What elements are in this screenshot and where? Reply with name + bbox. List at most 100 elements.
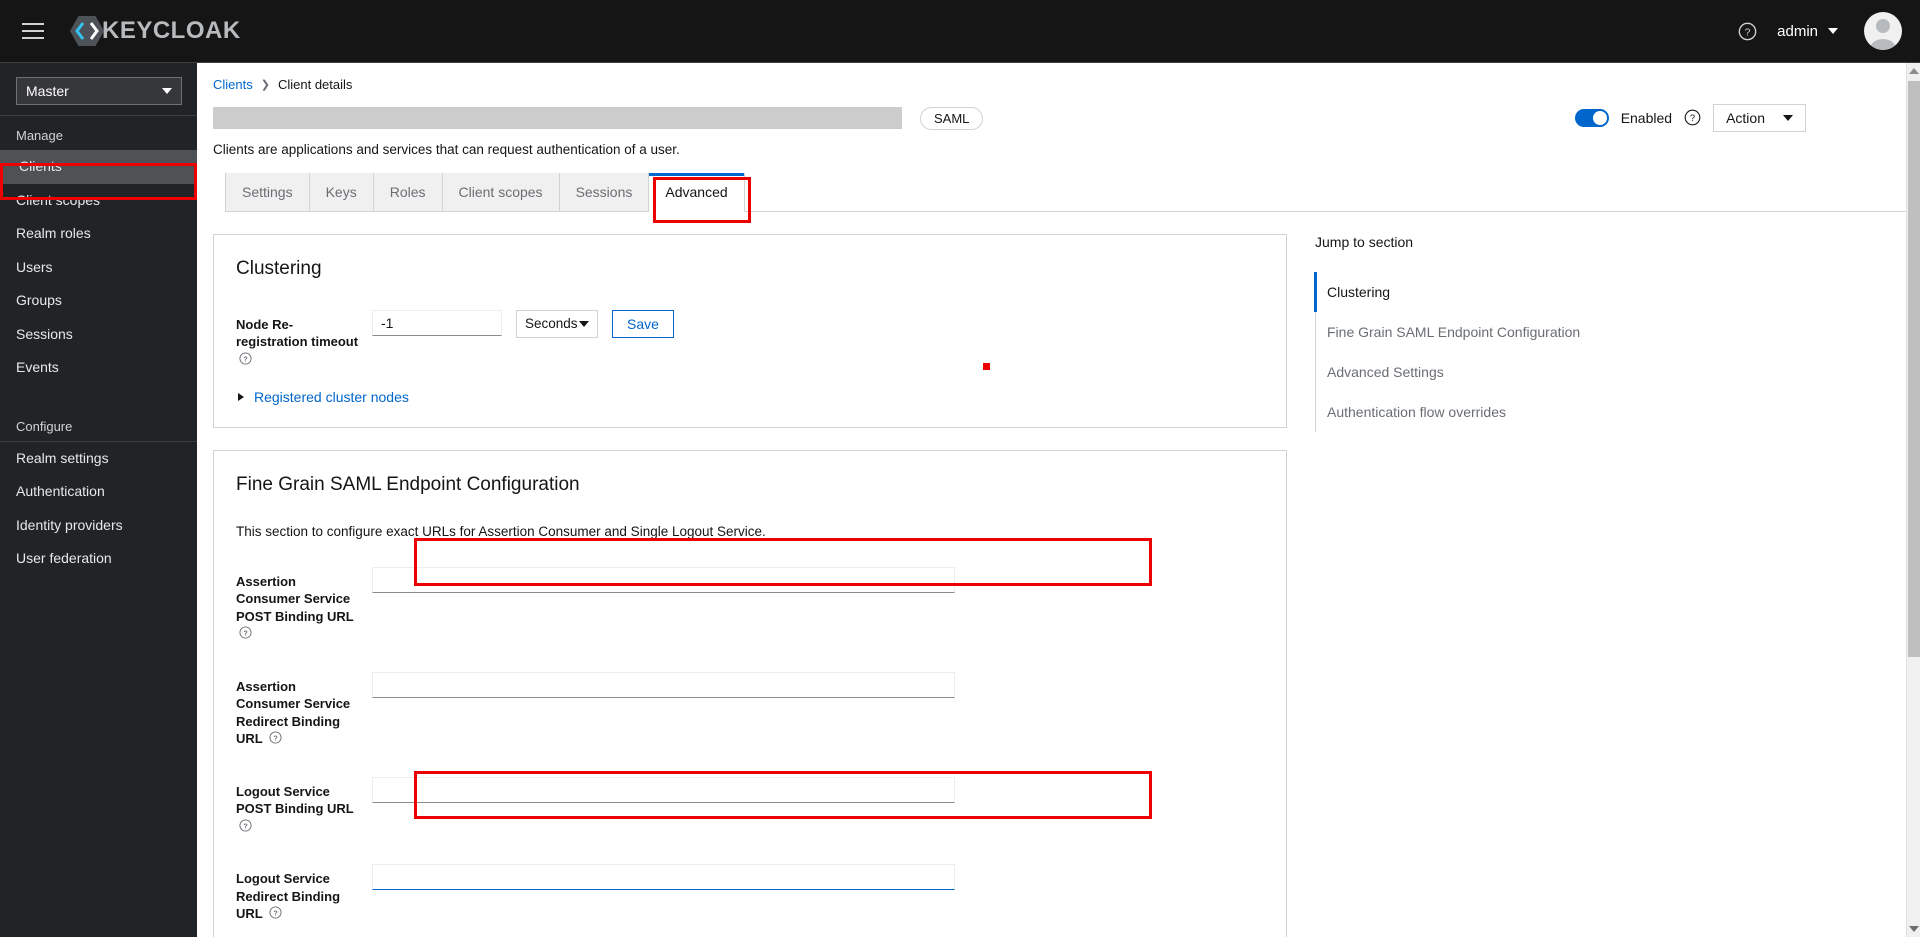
sidebar-item-users[interactable]: Users xyxy=(0,251,197,285)
scroll-up-arrow-icon[interactable] xyxy=(1909,68,1919,74)
sidebar-item-label: Client scopes xyxy=(16,191,101,208)
chevron-down-icon xyxy=(1828,28,1838,34)
main-content: Clients ❯ Client details SAML Enabled ? … xyxy=(197,63,1906,937)
sidebar-item-groups[interactable]: Groups xyxy=(0,284,197,318)
logout-post-binding-label: Logout Service POST Binding URL ? xyxy=(236,777,372,836)
sidebar-item-label: Realm settings xyxy=(16,449,109,466)
field-label-text: Assertion Consumer Service Redirect Bind… xyxy=(236,678,351,747)
acs-post-binding-input[interactable] xyxy=(372,566,955,593)
scroll-down-arrow-icon[interactable] xyxy=(1909,926,1919,932)
sidebar-item-label: Sessions xyxy=(16,325,73,342)
jump-to-section-panel: Jump to section Clustering Fine Grain SA… xyxy=(1287,234,1580,937)
chevron-down-icon xyxy=(579,320,589,327)
jump-item-fine-grain-saml[interactable]: Fine Grain SAML Endpoint Configuration xyxy=(1314,312,1580,352)
tab-sessions[interactable]: Sessions xyxy=(559,173,650,211)
tab-label: Roles xyxy=(389,184,426,200)
logout-redirect-binding-input[interactable] xyxy=(372,864,955,891)
help-icon[interactable]: ? xyxy=(239,352,252,370)
hamburger-icon[interactable] xyxy=(10,11,56,51)
scrollbar-thumb[interactable] xyxy=(1908,81,1920,657)
help-icon[interactable]: ? xyxy=(1729,13,1765,49)
enabled-toggle[interactable] xyxy=(1574,109,1609,127)
help-icon[interactable]: ? xyxy=(1684,109,1701,127)
jump-item-clustering[interactable]: Clustering xyxy=(1314,272,1580,312)
header-actions: Enabled ? Action xyxy=(1574,104,1906,132)
tab-keys[interactable]: Keys xyxy=(309,173,374,211)
sidebar-item-label: Authentication xyxy=(16,483,105,499)
vertical-scrollbar[interactable] xyxy=(1906,63,1920,937)
field-label-text: Assertion Consumer Service POST Binding … xyxy=(236,573,354,624)
svg-text:?: ? xyxy=(1744,27,1750,38)
clustering-card: Clustering Node Re-registration timeout … xyxy=(213,234,1287,429)
tab-label: Client scopes xyxy=(458,184,543,200)
content-area: Clustering Node Re-registration timeout … xyxy=(197,212,1906,937)
sidebar-item-label: Users xyxy=(16,258,53,275)
time-unit-select[interactable]: Seconds xyxy=(516,309,598,338)
help-icon[interactable]: ? xyxy=(269,906,282,924)
sidebar-item-client-scopes[interactable]: Client scopes xyxy=(0,184,197,218)
tab-roles[interactable]: Roles xyxy=(373,173,443,211)
breadcrumb: Clients ❯ Client details xyxy=(197,63,1906,92)
logout-post-binding-row: Logout Service POST Binding URL ? xyxy=(236,776,1264,836)
realm-selector[interactable]: Master xyxy=(16,77,182,105)
brand-text: KEYCLOAK xyxy=(102,17,241,44)
sidebar-item-realm-roles[interactable]: Realm roles xyxy=(0,217,197,251)
annotation-dot xyxy=(983,363,990,370)
jump-item-authentication-flow-overrides[interactable]: Authentication flow overrides xyxy=(1314,392,1580,432)
saml-section-description: This section to configure exact URLs for… xyxy=(236,523,766,539)
action-dropdown[interactable]: Action xyxy=(1713,104,1806,132)
acs-redirect-binding-label: Assertion Consumer Service Redirect Bind… xyxy=(236,672,372,749)
protocol-badge: SAML xyxy=(920,106,984,130)
help-icon[interactable]: ? xyxy=(239,626,252,644)
jump-item-advanced-settings[interactable]: Advanced Settings xyxy=(1314,352,1580,392)
tab-settings[interactable]: Settings xyxy=(225,173,310,211)
sidebar-item-identity-providers[interactable]: Identity providers xyxy=(0,509,197,543)
save-button[interactable]: Save xyxy=(612,309,674,338)
help-icon[interactable]: ? xyxy=(239,819,252,837)
tab-advanced[interactable]: Advanced xyxy=(649,173,745,212)
sidebar-item-events[interactable]: Events xyxy=(0,351,197,385)
field-label-text: Node Re-registration timeout xyxy=(236,316,359,350)
registered-cluster-nodes-toggle[interactable]: Registered cluster nodes xyxy=(236,389,1264,405)
logout-redirect-binding-row: Logout Service Redirect Binding URL ? xyxy=(236,864,1264,923)
svg-text:?: ? xyxy=(1690,113,1695,123)
svg-text:?: ? xyxy=(243,630,247,638)
sidebar-item-realm-settings[interactable]: Realm settings xyxy=(0,442,197,476)
avatar[interactable] xyxy=(1864,12,1902,50)
clustering-title: Clustering xyxy=(236,258,322,279)
sidebar-item-label: User federation xyxy=(16,550,112,566)
help-icon[interactable]: ? xyxy=(269,731,282,749)
logout-post-binding-input[interactable] xyxy=(372,776,955,803)
brand-logo[interactable]: KEYCLOAK xyxy=(70,16,241,46)
masthead: KEYCLOAK ? admin xyxy=(0,0,1920,63)
registered-cluster-nodes-label: Registered cluster nodes xyxy=(254,389,409,406)
jump-item-label: Clustering xyxy=(1327,284,1391,300)
breadcrumb-link-clients[interactable]: Clients xyxy=(213,77,253,92)
tab-label: Sessions xyxy=(575,184,633,200)
node-timeout-input[interactable] xyxy=(372,309,502,336)
acs-post-binding-row: Assertion Consumer Service POST Binding … xyxy=(236,566,1264,644)
enabled-label: Enabled xyxy=(1620,110,1673,126)
tab-label: Settings xyxy=(242,184,293,200)
user-name: admin xyxy=(1777,22,1818,40)
sidebar: Master Manage Clients Client scopes Real… xyxy=(0,63,197,937)
sidebar-item-authentication[interactable]: Authentication xyxy=(0,475,197,509)
nav-group-label-configure: Configure xyxy=(16,418,73,434)
saml-section-title: Fine Grain SAML Endpoint Configuration xyxy=(236,474,580,496)
svg-text:?: ? xyxy=(243,822,247,830)
sidebar-item-user-federation[interactable]: User federation xyxy=(0,542,197,576)
acs-post-binding-label: Assertion Consumer Service POST Binding … xyxy=(236,567,372,644)
sidebar-item-label: Realm roles xyxy=(16,225,91,241)
sidebar-item-clients[interactable]: Clients xyxy=(0,150,197,184)
page-description: Clients are applications and services th… xyxy=(213,142,680,157)
svg-text:?: ? xyxy=(243,355,247,363)
tab-client-scopes[interactable]: Client scopes xyxy=(442,173,560,211)
user-menu[interactable]: admin xyxy=(1769,23,1846,40)
chevron-right-icon: ❯ xyxy=(260,79,270,91)
sidebar-item-sessions[interactable]: Sessions xyxy=(0,318,197,352)
jump-to-section-title: Jump to section xyxy=(1315,234,1414,250)
acs-redirect-binding-row: Assertion Consumer Service Redirect Bind… xyxy=(236,671,1264,749)
field-label-text: Logout Service POST Binding URL xyxy=(236,783,354,817)
acs-redirect-binding-input[interactable] xyxy=(372,671,955,698)
content-left-column: Clustering Node Re-registration timeout … xyxy=(197,234,1287,937)
